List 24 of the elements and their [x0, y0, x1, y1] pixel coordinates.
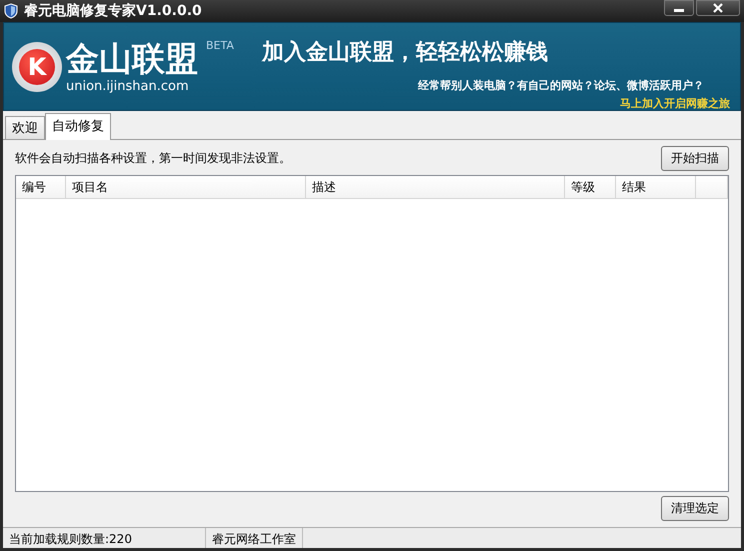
- shield-icon: [4, 3, 18, 19]
- logo-letter: K: [19, 48, 55, 84]
- column-header[interactable]: 编号: [16, 176, 66, 198]
- status-text: 睿元网络工作室: [206, 528, 303, 548]
- window-title: 睿元电脑修复专家V1.0.0.0: [24, 2, 203, 20]
- logo-text: 金山联盟: [66, 39, 198, 79]
- logo-url: union.ijinshan.com: [66, 79, 190, 94]
- column-header[interactable]: 等级: [565, 176, 616, 198]
- column-header[interactable]: 描述: [306, 176, 565, 198]
- tab[interactable]: 自动修复: [45, 113, 111, 140]
- status-text: 当前加载规则数量:220: [3, 528, 206, 548]
- minimize-button[interactable]: [664, 0, 694, 16]
- close-button[interactable]: [696, 0, 740, 16]
- clear-selected-button[interactable]: 清理选定: [661, 496, 729, 521]
- close-icon: [713, 3, 723, 13]
- column-header[interactable]: 项目名: [66, 176, 306, 198]
- column-header[interactable]: 结果: [616, 176, 696, 198]
- banner-headline: 加入金山联盟，轻轻松松赚钱: [262, 38, 548, 67]
- scan-button[interactable]: 开始扫描: [661, 146, 729, 171]
- beta-label: BETA: [206, 39, 234, 52]
- join-link[interactable]: 马上加入开启网赚之旅: [620, 96, 730, 111]
- description-text: 软件会自动扫描各种设置，第一时间发现非法设置。: [15, 150, 291, 167]
- banner-subline: 经常帮别人装电脑？有自己的网站？论坛、微博活跃用户？: [418, 78, 704, 93]
- tab[interactable]: 欢迎: [5, 116, 45, 139]
